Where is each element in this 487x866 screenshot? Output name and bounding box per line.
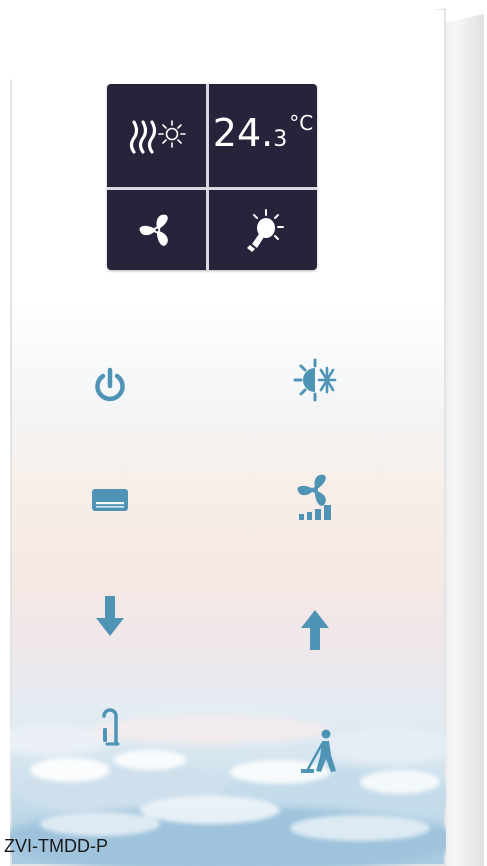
model-caption: ZVI-TMDD-P	[4, 836, 108, 856]
fan-speed-icon	[297, 474, 331, 520]
temperature-readout: 24.3°C	[213, 111, 313, 155]
up-button[interactable]	[285, 600, 345, 660]
light-bulb-icon	[247, 209, 284, 252]
temperature-decimal: 3	[273, 126, 288, 152]
display-cell-heating[interactable]	[107, 84, 206, 187]
fan-icon	[139, 214, 168, 246]
cleaning-service-icon	[301, 729, 336, 773]
heat-cool-mode-icon	[293, 358, 337, 402]
fan-speed-button[interactable]	[285, 468, 345, 528]
down-button[interactable]	[80, 586, 140, 646]
ac-mode-button[interactable]	[80, 470, 140, 530]
temperature-integer: 24.	[212, 110, 274, 155]
display-cell-light[interactable]	[209, 190, 317, 270]
power-icon	[95, 367, 125, 402]
lcd-display: 24.3°C	[107, 84, 317, 270]
display-cell-fan[interactable]	[107, 190, 206, 270]
temperature-unit: °C	[289, 110, 314, 135]
arrow-up-icon	[301, 610, 329, 650]
cleaning-button[interactable]	[290, 722, 350, 782]
door-handle-icon	[102, 708, 120, 746]
power-button[interactable]	[80, 356, 140, 416]
heating-sun-icon	[129, 119, 186, 154]
device-side-edge	[440, 14, 484, 866]
arrow-down-icon	[96, 596, 124, 636]
heat-cool-mode-button[interactable]	[285, 350, 345, 410]
display-cell-temperature: 24.3°C	[209, 84, 317, 187]
door-button[interactable]	[80, 698, 140, 758]
device-scene: 24.3°C ZVI-TMDD-P	[0, 0, 487, 866]
ac-unit-icon	[92, 489, 128, 511]
